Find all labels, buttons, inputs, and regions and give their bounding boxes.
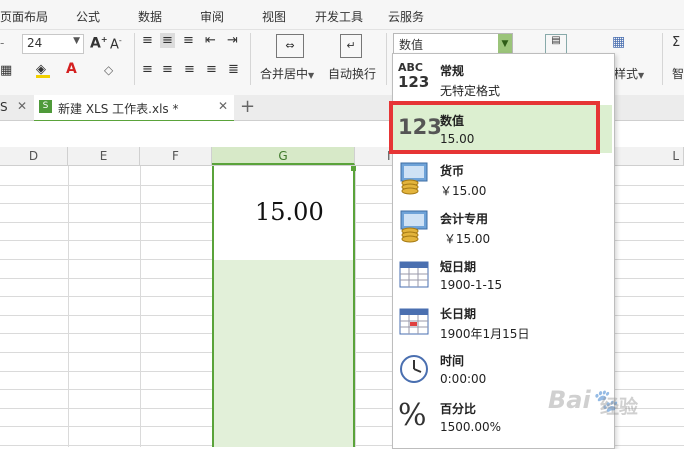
merge-center-button[interactable]: 合并居中▼ xyxy=(260,65,314,82)
merge-center-label: 合并居中 xyxy=(260,67,309,81)
active-tab-title: 新建 XLS 工作表.xls * xyxy=(58,102,179,116)
format-example: 0:00:00 xyxy=(440,372,487,386)
spreadsheet-file-icon: S xyxy=(39,100,52,113)
column-header-g[interactable]: G xyxy=(212,147,355,165)
format-title: 短日期 xyxy=(440,260,477,274)
format-example: ￥15.00 xyxy=(440,184,487,198)
align-middle-icon[interactable]: ≡ xyxy=(160,33,175,48)
align-bottom-icon[interactable]: ≡ xyxy=(183,33,194,48)
shrink-font-icon[interactable]: A- xyxy=(110,36,122,52)
style-label: 样式 xyxy=(614,67,639,81)
prev-tab-label[interactable]: S xyxy=(0,100,8,114)
menu-review[interactable]: 审阅 xyxy=(200,8,224,25)
wrap-text-icon[interactable]: ↵ xyxy=(340,34,362,58)
format-example: 1900-1-15 xyxy=(440,278,503,292)
column-header-f[interactable]: F xyxy=(140,147,212,165)
menu-page-layout[interactable]: 页面布局 xyxy=(0,8,48,25)
sum-icon[interactable]: Σ xyxy=(672,35,680,50)
ribbon-separator xyxy=(662,33,663,85)
close-icon[interactable]: ✕ xyxy=(17,99,27,113)
calendar-long-icon xyxy=(399,308,429,335)
clear-format-icon[interactable]: ◇ xyxy=(104,63,113,77)
table-style-button[interactable]: 样式▼ xyxy=(614,65,644,82)
format-option-accounting[interactable]: 会计专用 ￥15.00 xyxy=(393,203,612,251)
format-option-short-date[interactable]: 短日期 1900-1-15 xyxy=(393,251,612,299)
ribbon-separator xyxy=(250,33,251,85)
format-title: 百分比 xyxy=(440,402,477,416)
column-header-d[interactable]: D xyxy=(0,147,68,165)
align-right-icon[interactable]: ≡ xyxy=(184,62,195,77)
grow-font-icon[interactable]: A+ xyxy=(90,35,108,52)
chevron-down-icon: ▼ xyxy=(73,36,80,46)
wrap-text-button[interactable]: 自动换行 xyxy=(328,65,376,82)
grid-column-line xyxy=(140,166,141,447)
fill-handle[interactable] xyxy=(351,166,356,171)
format-example: 1900年1月15日 xyxy=(440,327,530,341)
format-title: 会计专用 xyxy=(440,212,489,226)
format-title: 货币 xyxy=(440,164,465,178)
outdent-icon[interactable]: ⇤ xyxy=(205,33,216,48)
menu-developer[interactable]: 开发工具 xyxy=(315,8,363,25)
watermark-brand: Bai xyxy=(548,386,591,414)
format-option-currency[interactable]: 货币 ￥15.00 xyxy=(393,155,612,203)
new-tab-button[interactable]: + xyxy=(240,96,255,117)
clock-icon xyxy=(400,355,428,383)
borders-icon[interactable]: ▦ xyxy=(0,63,12,78)
highlight-annotation-box xyxy=(389,101,600,154)
column-header-i[interactable]: I xyxy=(355,147,393,165)
align-center-icon[interactable]: ≡ xyxy=(162,62,173,77)
format-example: 1500.00% xyxy=(440,420,502,434)
calendar-short-icon xyxy=(399,261,429,288)
font-color-icon[interactable]: A xyxy=(66,61,77,77)
ribbon-partial-label[interactable]: 智 xyxy=(672,65,684,82)
indent-icon[interactable]: ⇥ xyxy=(227,33,238,48)
menu-view[interactable]: 视图 xyxy=(262,8,286,25)
abc-123-icon: ABC 123 xyxy=(398,61,430,91)
format-example: ￥15.00 xyxy=(440,232,491,246)
align-top-icon[interactable]: ≡ xyxy=(142,33,153,48)
grid-column-line xyxy=(355,166,356,447)
format-option-long-date[interactable]: 长日期 1900年1月15日 xyxy=(393,298,612,346)
format-title: 常规 xyxy=(440,64,465,78)
accounting-coins-icon xyxy=(400,210,428,243)
close-icon[interactable]: ✕ xyxy=(218,99,228,113)
column-header-l[interactable]: L xyxy=(613,147,684,165)
menu-data[interactable]: 数据 xyxy=(138,8,162,25)
format-option-general[interactable]: ABC 123 常规 无特定格式 xyxy=(393,55,612,103)
fill-color-icon[interactable]: ◈ xyxy=(36,62,50,78)
font-size-select[interactable]: 24 ▼ xyxy=(22,34,84,54)
format-title: 长日期 xyxy=(440,307,477,321)
merge-center-icon[interactable]: ⇔ xyxy=(276,34,304,58)
menu-cloud[interactable]: 云服务 xyxy=(388,8,424,25)
ribbon-separator xyxy=(134,33,135,85)
ribbon-left-edge: - xyxy=(0,36,5,50)
format-title: 时间 xyxy=(440,354,465,368)
format-example: 无特定格式 xyxy=(440,84,501,98)
percent-icon: % xyxy=(398,398,427,433)
menu-formulas[interactable]: 公式 xyxy=(76,8,100,25)
font-size-value: 24 xyxy=(27,36,43,50)
cell-value: 15.00 xyxy=(255,198,324,226)
number-format-select[interactable]: 数值 ▼ xyxy=(393,33,513,55)
grid-column-line xyxy=(68,166,69,447)
justify-icon[interactable]: ≡ xyxy=(206,62,217,77)
watermark-suffix: 经验 xyxy=(600,396,639,418)
conditional-format-icon[interactable]: ▤ xyxy=(545,34,567,54)
align-left-icon[interactable]: ≡ xyxy=(142,62,153,77)
distributed-icon[interactable]: ≣ xyxy=(228,62,239,77)
column-header-e[interactable]: E xyxy=(68,147,140,165)
chevron-down-icon[interactable]: ▼ xyxy=(498,34,512,54)
ribbon-separator xyxy=(386,33,387,85)
number-format-value: 数值 xyxy=(399,38,424,52)
table-style-icon[interactable]: ▦ xyxy=(612,34,634,52)
currency-coins-icon xyxy=(400,162,428,195)
